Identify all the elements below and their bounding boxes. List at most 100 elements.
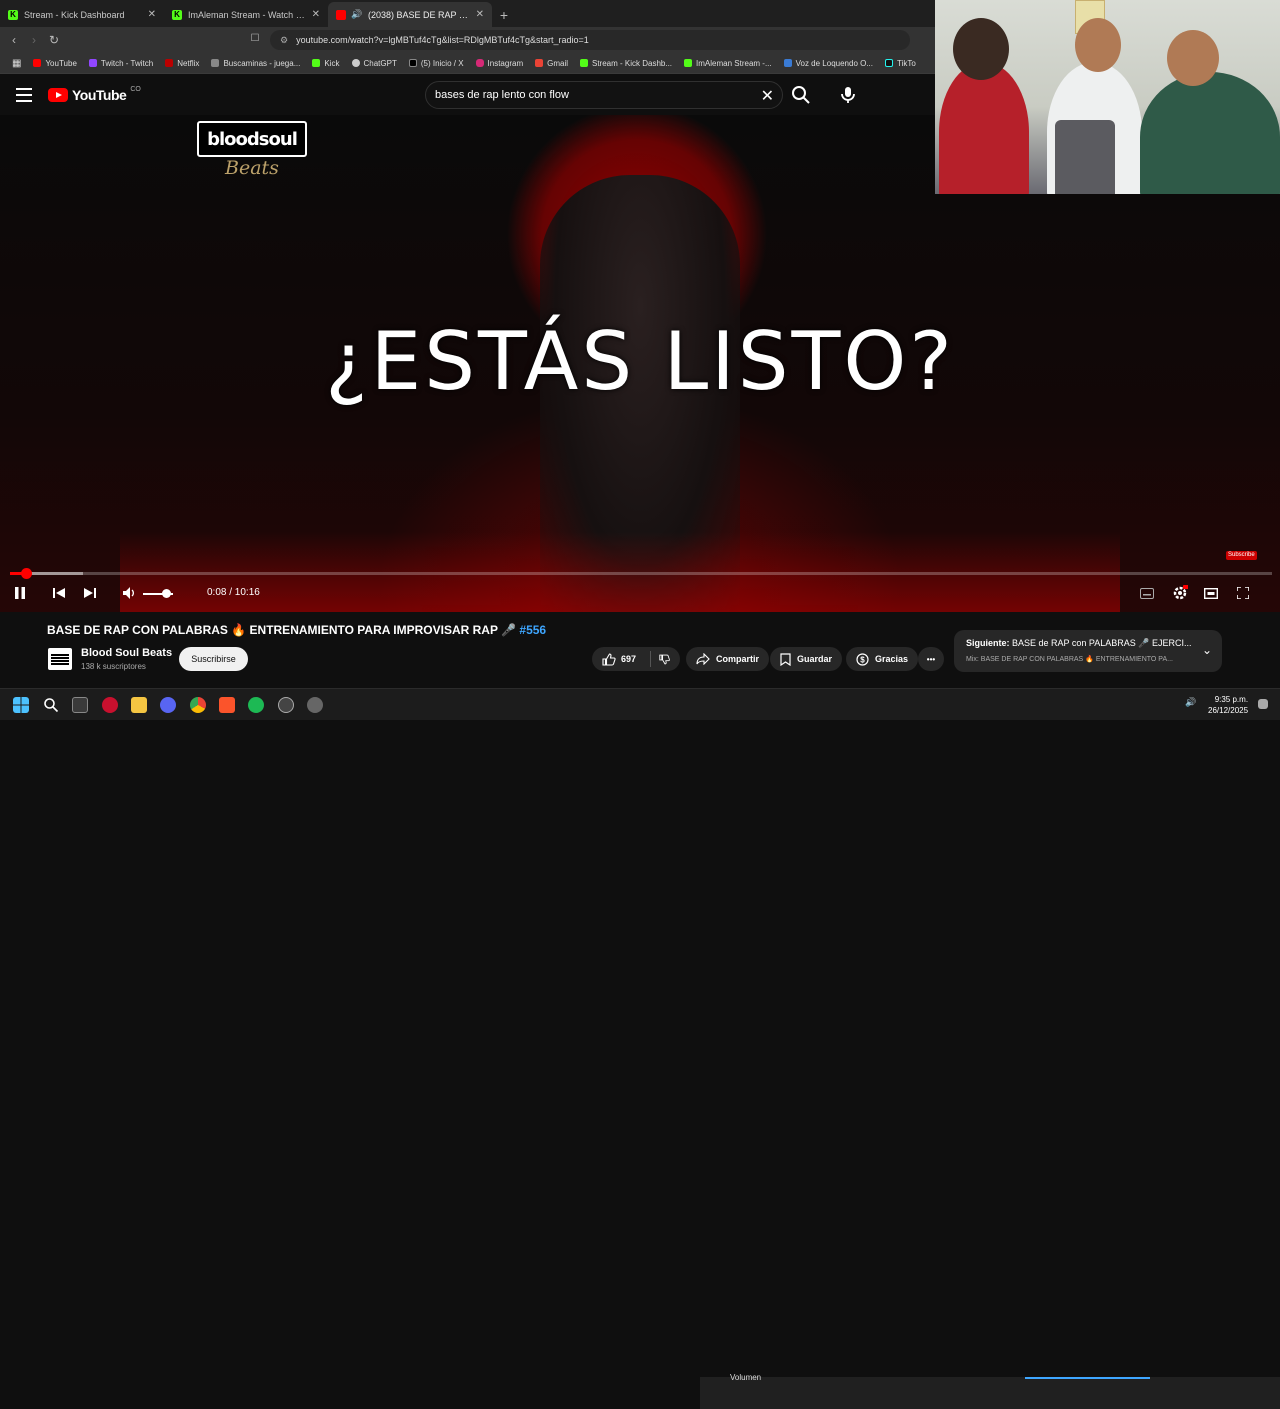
channel-avatar[interactable] bbox=[48, 648, 72, 670]
task-view-icon[interactable] bbox=[72, 697, 88, 713]
url-field[interactable]: ⚙ youtube.com/watch?v=lgMBTuf4cTg&list=R… bbox=[270, 30, 910, 50]
obs-icon[interactable] bbox=[278, 697, 294, 713]
volume-handle[interactable] bbox=[161, 589, 171, 598]
volume-slider[interactable] bbox=[143, 589, 173, 598]
thanks-button[interactable]: $ Gracias bbox=[846, 647, 919, 671]
clear-search-icon[interactable]: ✕ bbox=[761, 86, 774, 106]
theater-mode-icon[interactable] bbox=[1203, 585, 1219, 601]
search-icon[interactable] bbox=[43, 697, 59, 713]
gmail-icon bbox=[535, 59, 544, 67]
bookmark-youtube[interactable]: YouTube bbox=[27, 59, 82, 68]
bookmark-tiktok[interactable]: TikTo bbox=[879, 59, 922, 68]
volume-flyout-bar[interactable] bbox=[1025, 1377, 1150, 1379]
microphone-icon[interactable] bbox=[836, 83, 860, 107]
bookmark-kick-dashboard[interactable]: Stream - Kick Dashb... bbox=[574, 59, 678, 68]
search-input[interactable]: bases de rap lento con flow ✕ bbox=[425, 81, 783, 109]
audio-icon bbox=[783, 59, 792, 67]
youtube-icon bbox=[48, 88, 68, 102]
thumbs-up-icon bbox=[602, 652, 616, 666]
bookmark-loquendo[interactable]: Voz de Loquendo O... bbox=[778, 59, 879, 68]
discord-icon[interactable] bbox=[160, 697, 176, 713]
chevron-down-icon[interactable]: ⌄ bbox=[1202, 643, 1212, 657]
watermark-bottom: Beats bbox=[225, 157, 279, 179]
kick-icon: K bbox=[8, 9, 18, 20]
bookmark-gmail[interactable]: Gmail bbox=[529, 59, 574, 68]
back-icon[interactable]: ‹ bbox=[4, 33, 24, 47]
scrubber-handle[interactable] bbox=[21, 568, 33, 579]
bookmark-imaleman[interactable]: ImAleman Stream -... bbox=[678, 59, 778, 68]
bookmark-x[interactable]: (5) Inicio / X bbox=[403, 59, 470, 68]
file-explorer-icon[interactable] bbox=[131, 697, 147, 713]
twitch-icon bbox=[88, 59, 97, 67]
settings-icon[interactable] bbox=[1171, 585, 1189, 601]
close-icon[interactable]: ✕ bbox=[476, 9, 484, 20]
reload-icon[interactable]: ↻ bbox=[44, 33, 64, 47]
windows-start-icon[interactable] bbox=[13, 697, 29, 713]
bookmarks-bar: ▦ YouTube Twitch - Twitch Netflix Buscam… bbox=[0, 53, 940, 74]
pause-icon[interactable] bbox=[12, 585, 28, 601]
kick-icon bbox=[580, 59, 588, 67]
logo-text: YouTube bbox=[72, 87, 127, 103]
video-headline: ¿ESTÁS LISTO? bbox=[325, 315, 955, 408]
bookmark-chatgpt[interactable]: ChatGPT bbox=[346, 59, 403, 68]
more-actions-button[interactable]: ••• bbox=[918, 647, 944, 671]
fullscreen-icon[interactable] bbox=[1235, 585, 1251, 601]
bookmark-twitch[interactable]: Twitch - Twitch bbox=[83, 59, 159, 68]
app-red-icon[interactable] bbox=[102, 697, 118, 713]
tab-kick-stream[interactable]: K ImAleman Stream - Watch Live on Kick ✕ bbox=[164, 2, 328, 27]
tab-youtube-video[interactable]: 🔊 (2038) BASE DE RAP CON PALABRAS ✕ bbox=[328, 2, 492, 27]
time-display: 0:08 / 10:16 bbox=[207, 587, 260, 598]
bookmark-instagram[interactable]: Instagram bbox=[470, 59, 530, 68]
volume-icon[interactable] bbox=[122, 585, 138, 601]
subscribe-button[interactable]: Suscribirse bbox=[179, 647, 248, 671]
channel-name[interactable]: Blood Soul Beats bbox=[81, 647, 172, 659]
up-next-card[interactable]: Siguiente: BASE de RAP con PALABRAS 🎤 EJ… bbox=[954, 630, 1222, 672]
tab-kick-dashboard[interactable]: K Stream - Kick Dashboard ✕ bbox=[0, 2, 164, 27]
like-count: 697 bbox=[621, 654, 637, 664]
bookmark-icon[interactable]: ☐ bbox=[245, 33, 265, 44]
speaker-tray-icon[interactable]: 🔊 bbox=[1185, 697, 1196, 708]
up-next-mix: Mix: BASE DE RAP CON PALABRAS 🔥 ENTRENAM… bbox=[966, 656, 1173, 663]
apps-icon[interactable]: ▦ bbox=[6, 58, 27, 69]
up-next-prefix: Siguiente: bbox=[966, 638, 1010, 648]
logo-region: CO bbox=[130, 85, 141, 93]
progress-bar[interactable] bbox=[10, 568, 1272, 579]
settings-gear-icon[interactable] bbox=[307, 697, 323, 713]
next-icon[interactable] bbox=[82, 585, 98, 601]
save-button[interactable]: Guardar bbox=[770, 647, 843, 671]
thumbs-down-icon[interactable] bbox=[659, 653, 670, 666]
new-tab-button[interactable]: + bbox=[492, 3, 516, 27]
search-icon[interactable] bbox=[789, 83, 813, 107]
windows-taskbar: Volumen 🔊 9:35 p.m. 26/12/2025 bbox=[0, 688, 1280, 1409]
bookmark-save-icon bbox=[780, 652, 791, 666]
chrome-icon[interactable] bbox=[190, 697, 206, 713]
kick-icon bbox=[684, 59, 693, 67]
more-icon: ••• bbox=[926, 654, 936, 664]
previous-icon[interactable] bbox=[51, 585, 67, 601]
forward-icon[interactable]: › bbox=[24, 33, 44, 47]
bookmark-kick[interactable]: Kick bbox=[306, 59, 345, 68]
system-clock[interactable]: 9:35 p.m. 26/12/2025 bbox=[1208, 694, 1248, 716]
like-button[interactable]: 697 bbox=[602, 652, 637, 666]
chatgpt-icon bbox=[351, 59, 360, 67]
menu-icon[interactable] bbox=[16, 88, 32, 102]
tab-title: (2038) BASE DE RAP CON PALABRAS bbox=[368, 9, 470, 20]
svg-text:$: $ bbox=[860, 655, 865, 664]
url-text: youtube.com/watch?v=lgMBTuf4cTg&list=RDl… bbox=[296, 35, 589, 45]
subscribe-badge[interactable]: Subscribe bbox=[1226, 551, 1257, 560]
bookmark-netflix[interactable]: Netflix bbox=[159, 59, 205, 68]
close-icon[interactable]: ✕ bbox=[148, 9, 156, 20]
speaker-icon[interactable]: 🔊 bbox=[351, 9, 362, 20]
channel-watermark: bloodsoul Beats bbox=[197, 121, 309, 185]
spotify-icon[interactable] bbox=[248, 697, 264, 713]
youtube-logo[interactable]: YouTube CO bbox=[48, 85, 141, 103]
brave-icon[interactable] bbox=[219, 697, 235, 713]
notification-icon[interactable] bbox=[1258, 699, 1268, 709]
site-info-icon[interactable]: ⚙ bbox=[280, 35, 288, 46]
subtitles-icon[interactable] bbox=[1139, 585, 1155, 601]
person-center-head bbox=[1075, 18, 1121, 72]
bookmark-buscaminas[interactable]: Buscaminas - juega... bbox=[205, 59, 306, 68]
video-hashtag[interactable]: #556 bbox=[519, 623, 546, 637]
share-button[interactable]: Compartir bbox=[686, 647, 770, 671]
close-icon[interactable]: ✕ bbox=[312, 9, 320, 20]
